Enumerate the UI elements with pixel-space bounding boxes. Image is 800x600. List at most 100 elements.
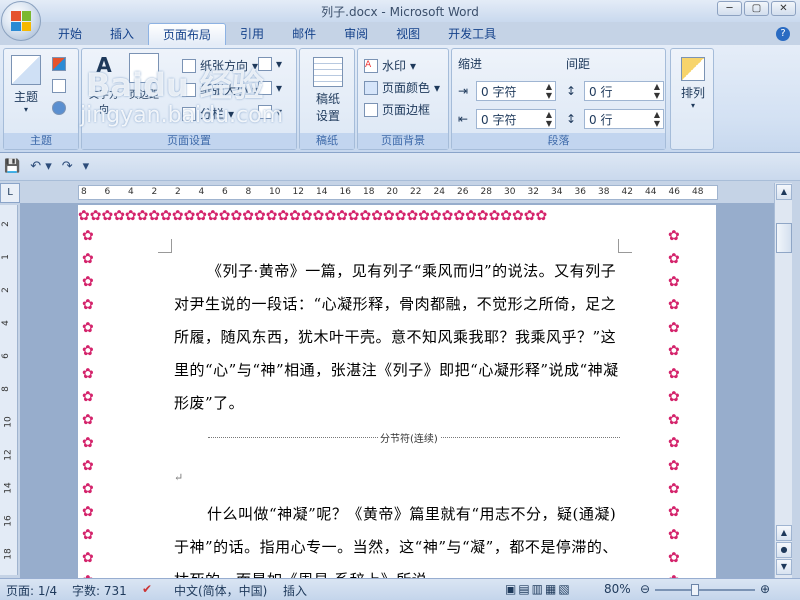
ruler-tick: 4	[0, 320, 11, 326]
undo-icon[interactable]: ↶ ▾	[30, 159, 52, 174]
zoom-level[interactable]: 80%	[604, 582, 631, 596]
view-buttons[interactable]: ▣▤▥▦▧	[505, 582, 572, 596]
themes-group-title: 主题	[4, 133, 78, 149]
indent-right-spinner[interactable]: 0 字符 ▲ ▼	[476, 109, 556, 129]
baidu-watermark-url: jingyan.baidu.com	[80, 103, 284, 128]
spacing-after-icon: ↕	[566, 112, 577, 126]
corner-mark-top-right	[618, 239, 632, 253]
vertical-ruler[interactable]: 2 1 2 4 6 8 10 12 14 16 18	[0, 205, 18, 575]
scroll-up-button[interactable]: ▲	[776, 184, 792, 200]
ruler-tick: 20	[386, 187, 398, 197]
page-color-button[interactable]: 页面颜色 ▾	[364, 79, 440, 96]
vertical-scrollbar[interactable]: ▲ ▲ ● ▼	[774, 183, 792, 578]
previous-page-button[interactable]: ▲	[776, 525, 792, 541]
tab-home[interactable]: 开始	[44, 23, 96, 45]
ruler-tick: 44	[645, 187, 657, 197]
paragraph-2[interactable]: 什么叫做“神凝”呢？《黄帝》篇里就有“用志不分，疑(通凝)于神”的话。指用心专一…	[174, 498, 624, 578]
redo-icon[interactable]: ↷	[62, 159, 73, 174]
page-setup-group-title: 页面设置	[82, 133, 296, 149]
watermark-button[interactable]: A 水印 ▾	[364, 57, 416, 74]
ruler-tick: 42	[621, 187, 633, 197]
tab-review[interactable]: 审阅	[330, 23, 382, 45]
spacing-before-icon: ↕	[566, 84, 577, 98]
document-area: ✿✿✿✿✿✿✿✿✿✿✿✿✿✿✿✿✿✿✿✿✿✿✿✿✿✿✿✿✿✿✿✿✿✿✿✿✿✿✿✿…	[20, 203, 774, 578]
themes-button[interactable]: 主题 ▾	[8, 55, 44, 114]
ruler-tick: 6	[222, 187, 228, 197]
ruler-tick: 46	[668, 187, 680, 197]
ruler-tick: 8	[0, 386, 11, 392]
zoom-slider[interactable]	[655, 584, 755, 596]
paragraph-group-title: 段落	[452, 133, 665, 149]
browse-object-button[interactable]: ●	[776, 542, 792, 558]
document-page[interactable]: ✿✿✿✿✿✿✿✿✿✿✿✿✿✿✿✿✿✿✿✿✿✿✿✿✿✿✿✿✿✿✿✿✿✿✿✿✿✿✿✿…	[78, 205, 716, 578]
help-icon[interactable]: ?	[776, 27, 790, 41]
quick-access-toolbar: 💾 ↶ ▾ ↷ ▾	[0, 153, 800, 181]
ruler-tick: 10	[3, 416, 14, 428]
maximize-button[interactable]: ▢	[744, 1, 769, 16]
tab-page-layout[interactable]: 页面布局	[148, 23, 227, 45]
tab-selector[interactable]: L	[0, 183, 20, 203]
theme-fonts-icon[interactable]	[52, 79, 66, 93]
paragraph-mark: ↵	[174, 471, 184, 484]
zoom-knob[interactable]	[691, 584, 699, 596]
horizontal-ruler[interactable]: 8 6 4 2 2 4 6 8 10 12 14 16 18 20 22 24 26 28 30 32 34 36 38 42…	[78, 185, 718, 200]
watermark-label: 水印	[382, 59, 407, 73]
spacing-before-spinner[interactable]: 0 行 ▲ ▼	[584, 81, 664, 101]
tab-developer[interactable]: 开发工具	[434, 23, 510, 45]
minimize-button[interactable]: ─	[717, 1, 742, 16]
ruler-tick: 38	[598, 187, 610, 197]
page-border-left: ✿ ✿ ✿ ✿ ✿ ✿ ✿ ✿ ✿ ✿ ✿ ✿ ✿ ✿ ✿ ✿ ✿	[82, 228, 94, 578]
indent-left-value: 0 字符	[481, 84, 517, 99]
ruler-tick: 24	[433, 187, 445, 197]
theme-colors-icon[interactable]	[52, 57, 66, 71]
baidu-watermark-logo: Baidu 经验	[86, 66, 264, 104]
insert-mode[interactable]: 插入	[283, 582, 307, 599]
ruler-tick: 8	[245, 187, 252, 197]
tab-references[interactable]: 引用	[226, 23, 278, 45]
spacing-after-spinner[interactable]: 0 行 ▲ ▼	[584, 109, 664, 129]
indent-left-row: ⇥ 0 字符 ▲ ▼	[458, 81, 556, 101]
zoom-in-button[interactable]: ⊕	[760, 582, 770, 596]
indent-left-spinner[interactable]: 0 字符 ▲ ▼	[476, 81, 556, 101]
next-page-button[interactable]: ▼	[776, 559, 792, 575]
indent-right-value: 0 字符	[481, 112, 517, 127]
ruler-tick: 12	[292, 187, 304, 197]
arrange-button[interactable]: 排列 ▾	[675, 57, 711, 110]
ruler-tick: 1	[0, 254, 11, 260]
ruler-tick: 16	[339, 187, 351, 197]
scroll-thumb[interactable]	[776, 223, 792, 253]
page-borders-icon	[364, 102, 378, 117]
language-indicator[interactable]: 中文(简体，中国)	[174, 582, 267, 599]
ruler-tick: 32	[527, 187, 539, 197]
ruler-tick: 2	[0, 221, 11, 227]
office-button[interactable]	[1, 1, 41, 41]
ruler-tick: 28	[480, 187, 492, 197]
page-color-icon	[364, 80, 378, 95]
window-title: 列子.docx - Microsoft Word	[321, 5, 479, 19]
document-body[interactable]: 《列子·黄帝》一篇，见有列子“乘风而归”的说法。又有列子对尹生说的一段话：“心凝…	[174, 255, 624, 578]
close-button[interactable]: ✕	[771, 1, 796, 16]
ruler-tick: 6	[0, 353, 11, 359]
ruler-tick: 12	[3, 449, 14, 461]
themes-label: 主题	[13, 90, 38, 104]
word-count[interactable]: 字数: 731	[72, 582, 127, 599]
spacing-after-row: ↕ 0 行 ▲ ▼	[566, 109, 664, 129]
tab-mailings[interactable]: 邮件	[278, 23, 330, 45]
spacing-after-value: 0 行	[589, 112, 613, 127]
tab-view[interactable]: 视图	[382, 23, 434, 45]
ruler-tick: 2	[151, 187, 158, 197]
customize-toolbar-icon[interactable]: ▾	[83, 159, 90, 174]
page-indicator[interactable]: 页面: 1/4	[6, 582, 57, 599]
ruler-tick: 6	[104, 187, 111, 197]
save-icon[interactable]: 💾	[4, 159, 20, 174]
manuscript-settings-button[interactable]: 稿纸 设置	[308, 57, 348, 124]
paragraph-1[interactable]: 《列子·黄帝》一篇，见有列子“乘风而归”的说法。又有列子对尹生说的一段话：“心凝…	[174, 255, 624, 420]
ruler-tick: 14	[316, 187, 328, 197]
page-borders-button[interactable]: 页面边框	[364, 101, 430, 118]
theme-effects-icon[interactable]	[52, 101, 66, 115]
status-bar: 页面: 1/4 字数: 731 ✔ 中文(简体，中国) 插入 ▣▤▥▦▧ 80%…	[0, 578, 800, 600]
proofing-icon[interactable]: ✔	[142, 582, 152, 596]
tab-insert[interactable]: 插入	[96, 23, 148, 45]
manuscript-label-line2: 设置	[315, 109, 340, 123]
zoom-out-button[interactable]: ⊖	[640, 582, 650, 596]
